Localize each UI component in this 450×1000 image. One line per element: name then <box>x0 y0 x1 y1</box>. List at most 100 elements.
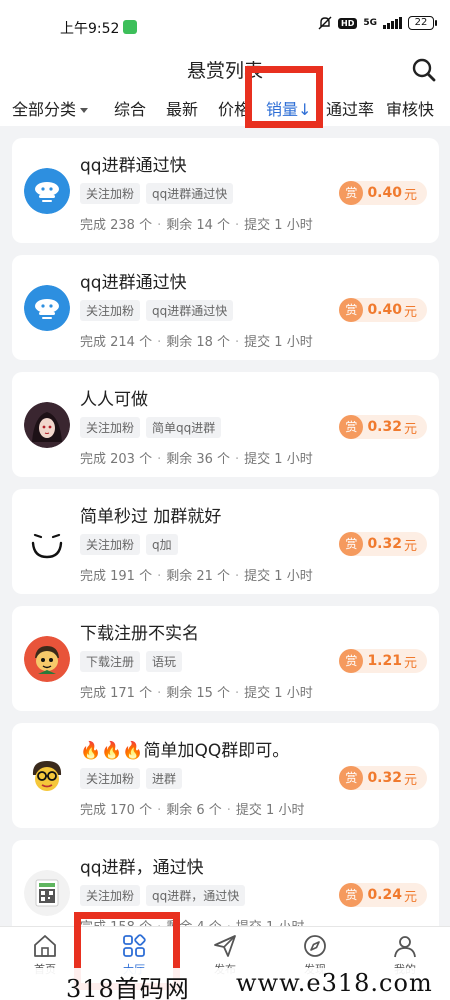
compass-icon <box>304 935 326 957</box>
task-title: 下载注册不实名 <box>80 624 199 644</box>
tab-comprehensive[interactable]: 综合 <box>114 96 146 120</box>
reward-unit: 元 <box>403 304 417 320</box>
tag: q加 <box>146 534 178 555</box>
avatar <box>24 636 70 682</box>
reward-icon: 赏 <box>339 181 364 205</box>
reward-unit: 元 <box>403 421 417 437</box>
tag: 关注加粉 <box>80 885 141 906</box>
tag: 语玩 <box>146 651 183 672</box>
avatar <box>24 519 70 565</box>
task-meta: 完成 214 个 · 剩余 18 个 · 提交 1 小时 <box>80 335 313 350</box>
home-icon <box>34 935 56 957</box>
completed-count: 完成 171 个 <box>80 686 153 701</box>
reward-badge: 赏 0.32 元 <box>339 532 427 556</box>
reward-amount: 0.32 <box>367 419 402 435</box>
reward-icon: 赏 <box>339 649 364 673</box>
reward-unit: 元 <box>403 889 417 905</box>
completed-count: 完成 238 个 <box>80 218 153 233</box>
tag: qq进群通过快 <box>146 300 234 321</box>
tab-fast-review[interactable]: 审核快 <box>386 96 434 120</box>
submit-time: 提交 1 小时 <box>244 218 313 233</box>
task-tags: 关注加粉 qq进群通过快 <box>80 183 234 204</box>
mute-bell-icon <box>318 16 332 30</box>
reward-badge: 赏 1.21 元 <box>339 649 427 673</box>
watermark-site-name: 318首码网 <box>66 975 190 1000</box>
reward-amount: 0.32 <box>367 536 402 552</box>
remaining-count: 剩余 18 个 <box>166 335 231 350</box>
reward-unit: 元 <box>403 538 417 554</box>
tag: 关注加粉 <box>80 300 141 321</box>
task-meta: 完成 238 个 · 剩余 14 个 · 提交 1 小时 <box>80 218 313 233</box>
remaining-count: 剩余 36 个 <box>166 452 231 467</box>
sort-tabs: 全部分类 综合 最新 价格 销量↓ 通过率 审核快 <box>0 92 450 126</box>
search-button[interactable] <box>410 56 438 84</box>
reward-unit: 元 <box>403 772 417 788</box>
task-card[interactable]: 人人可做 关注加粉 简单qq进群 完成 203 个 · 剩余 36 个 · 提交 1 小… <box>12 372 439 477</box>
reward-icon: 赏 <box>339 298 364 322</box>
task-tags: 关注加粉 简单qq进群 <box>80 417 222 438</box>
task-card[interactable]: 简单秒过 加群就好 关注加粉 q加 完成 191 个 · 剩余 21 个 · 提交 1 … <box>12 489 439 594</box>
status-time: 上午9:52 <box>60 21 120 37</box>
reward-amount: 0.32 <box>367 770 402 786</box>
send-icon <box>214 935 236 957</box>
reward-icon: 赏 <box>339 532 364 556</box>
tag: 进群 <box>146 768 183 789</box>
reward-amount: 0.40 <box>367 302 402 318</box>
watermark: 318首码网 www.e318.com <box>0 968 450 1000</box>
task-tags: 关注加粉 q加 <box>80 534 178 555</box>
reward-badge: 赏 0.24 元 <box>339 883 427 907</box>
tag: 关注加粉 <box>80 534 141 555</box>
task-card[interactable]: 下载注册不实名 下载注册 语玩 完成 171 个 · 剩余 15 个 · 提交 1 小时… <box>12 606 439 711</box>
completed-count: 完成 170 个 <box>80 803 153 818</box>
task-title: 人人可做 <box>80 390 148 410</box>
tab-pass-rate[interactable]: 通过率 <box>326 96 374 120</box>
completed-count: 完成 191 个 <box>80 569 153 584</box>
reward-unit: 元 <box>403 655 417 671</box>
reward-amount: 0.24 <box>367 887 402 903</box>
completed-count: 完成 203 个 <box>80 452 153 467</box>
task-card[interactable]: 🔥🔥🔥简单加QQ群即可。 关注加粉 进群 完成 170 个 · 剩余 6 个 · 提交 … <box>12 723 439 828</box>
task-title: qq进群，通过快 <box>80 858 204 878</box>
tag: 下载注册 <box>80 651 141 672</box>
task-tags: 关注加粉 qq进群通过快 <box>80 300 234 321</box>
task-card[interactable]: qq进群通过快 关注加粉 qq进群通过快 完成 238 个 · 剩余 14 个 · 提交… <box>12 138 439 243</box>
task-tags: 下载注册 语玩 <box>80 651 183 672</box>
remaining-count: 剩余 6 个 <box>166 803 222 818</box>
task-list: qq进群通过快 关注加粉 qq进群通过快 完成 238 个 · 剩余 14 个 · 提交… <box>12 138 439 957</box>
battery-icon: 22 <box>408 16 437 30</box>
status-bar: 上午9:52 HD 5G 22 <box>0 0 450 44</box>
task-tags: 关注加粉 进群 <box>80 768 183 789</box>
task-card[interactable]: qq进群通过快 关注加粉 qq进群通过快 完成 214 个 · 剩余 18 个 · 提交… <box>12 255 439 360</box>
task-title: qq进群通过快 <box>80 156 187 176</box>
completed-count: 完成 214 个 <box>80 335 153 350</box>
submit-time: 提交 1 小时 <box>244 686 313 701</box>
remaining-count: 剩余 15 个 <box>166 686 231 701</box>
network-label: 5G <box>363 18 377 28</box>
submit-time: 提交 1 小时 <box>244 452 313 467</box>
task-meta: 完成 203 个 · 剩余 36 个 · 提交 1 小时 <box>80 452 313 467</box>
tab-newest[interactable]: 最新 <box>166 96 198 120</box>
reward-icon: 赏 <box>339 883 364 907</box>
reward-badge: 赏 0.40 元 <box>339 181 427 205</box>
reward-amount: 1.21 <box>367 653 402 669</box>
tag: 关注加粉 <box>80 417 141 438</box>
reward-amount: 0.40 <box>367 185 402 201</box>
remaining-count: 剩余 21 个 <box>166 569 231 584</box>
reward-badge: 赏 0.32 元 <box>339 766 427 790</box>
tab-all-categories[interactable]: 全部分类 <box>12 96 89 120</box>
task-meta: 完成 191 个 · 剩余 21 个 · 提交 1 小时 <box>80 569 313 584</box>
signal-icon <box>383 17 402 29</box>
reward-icon: 赏 <box>339 766 364 790</box>
watermark-url: www.e318.com <box>236 969 433 997</box>
task-meta: 完成 171 个 · 剩余 15 个 · 提交 1 小时 <box>80 686 313 701</box>
avatar <box>24 402 70 448</box>
tag: qq进群通过快 <box>146 183 234 204</box>
avatar <box>24 753 70 799</box>
highlight-box-sales-tab <box>245 66 323 128</box>
app-notification-icon <box>123 20 137 34</box>
status-icons: HD 5G 22 <box>318 16 437 30</box>
submit-time: 提交 1 小时 <box>244 569 313 584</box>
task-meta: 完成 170 个 · 剩余 6 个 · 提交 1 小时 <box>80 803 305 818</box>
task-title: 简单秒过 加群就好 <box>80 507 222 527</box>
submit-time: 提交 1 小时 <box>235 803 305 818</box>
